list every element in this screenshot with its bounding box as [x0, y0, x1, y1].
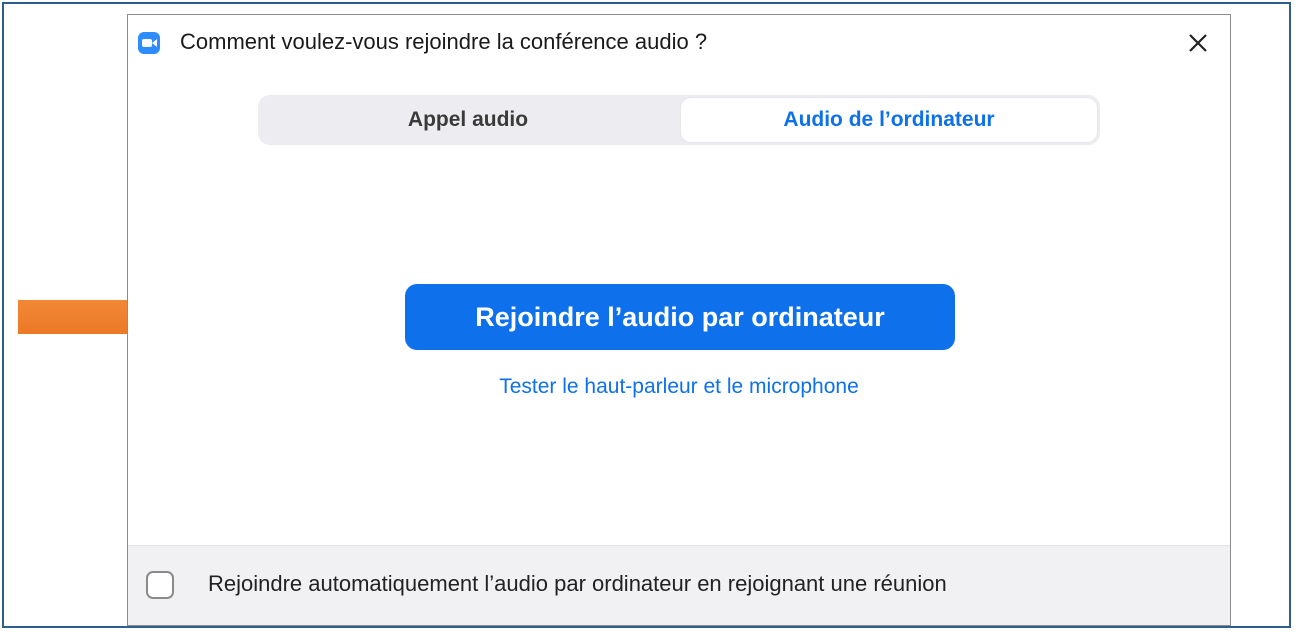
- join-computer-audio-button[interactable]: Rejoindre l’audio par ordinateur: [405, 284, 955, 350]
- test-speaker-mic-link[interactable]: Tester le haut-parleur et le microphone: [128, 375, 1230, 399]
- audio-join-dialog: Comment voulez-vous rejoindre la confére…: [127, 14, 1231, 626]
- tab-audio-ordinateur[interactable]: Audio de l’ordinateur: [681, 98, 1097, 142]
- zoom-video-icon: [138, 32, 160, 54]
- auto-join-label: Rejoindre automatiquement l’audio par or…: [208, 571, 947, 596]
- dialog-footer: Rejoindre automatiquement l’audio par or…: [128, 545, 1230, 625]
- dialog-title: Comment voulez-vous rejoindre la confére…: [180, 29, 708, 54]
- tab-appel-audio[interactable]: Appel audio: [261, 98, 675, 142]
- audio-mode-tabs: Appel audio Audio de l’ordinateur: [258, 95, 1100, 145]
- title-bar: Comment voulez-vous rejoindre la confére…: [128, 15, 1230, 71]
- auto-join-checkbox[interactable]: [146, 571, 174, 599]
- close-icon[interactable]: [1182, 27, 1214, 59]
